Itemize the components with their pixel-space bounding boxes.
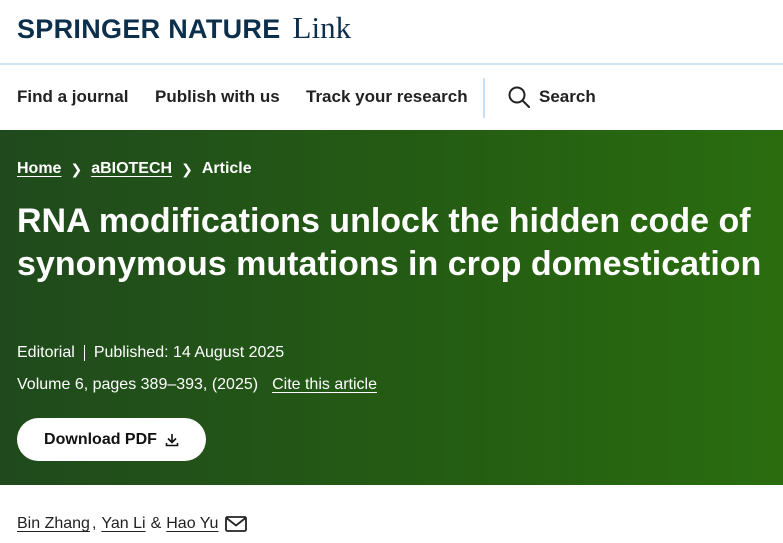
article-volume-row: Volume 6, pages 389–393, (2025) Cite this…: [17, 376, 377, 394]
author-list: Bin Zhang, Yan Li & Hao Yu: [17, 515, 248, 533]
published-date: Published: 14 August 2025: [93, 344, 285, 361]
cite-this-article-link[interactable]: Cite this article: [272, 376, 377, 393]
article-hero: Home ❯ aBIOTECH ❯ Article RNA modificati…: [0, 130, 783, 485]
article-meta: Editorial Published: 14 August 2025: [17, 344, 284, 362]
meta-divider: [83, 345, 85, 361]
logo-brand-text: SPRINGER NATURE: [17, 14, 281, 44]
breadcrumb-journal[interactable]: aBIOTECH: [91, 160, 172, 178]
author-link[interactable]: Yan Li: [101, 515, 145, 533]
nav-divider: [483, 78, 485, 118]
search-button[interactable]: Search: [507, 85, 596, 109]
search-label: Search: [539, 87, 596, 106]
envelope-icon[interactable]: [225, 515, 248, 533]
author-separator: ,: [91, 515, 97, 532]
article-type: Editorial: [17, 344, 75, 361]
volume-info: Volume 6, pages 389–393, (2025): [17, 376, 259, 393]
chevron-right-icon: ❯: [181, 160, 193, 177]
breadcrumb-home[interactable]: Home: [17, 160, 61, 178]
download-pdf-label: Download PDF: [44, 430, 157, 448]
author-link[interactable]: Hao Yu: [166, 515, 218, 533]
download-icon: [165, 433, 179, 446]
breadcrumb: Home ❯ aBIOTECH ❯ Article: [17, 160, 252, 178]
nav-find-a-journal[interactable]: Find a journal: [17, 87, 128, 107]
chevron-right-icon: ❯: [70, 160, 83, 177]
main-nav: Find a journal Publish with us Track you…: [0, 65, 783, 130]
springer-nature-link-logo[interactable]: SPRINGER NATURE Link: [17, 10, 351, 46]
search-icon: [508, 86, 530, 108]
nav-track-your-research[interactable]: Track your research: [306, 87, 468, 107]
breadcrumb-current: Article: [201, 160, 252, 177]
top-bar: SPRINGER NATURE Link: [0, 0, 783, 65]
nav-publish-with-us[interactable]: Publish with us: [155, 87, 280, 107]
download-pdf-button[interactable]: Download PDF: [17, 418, 206, 461]
logo-product-text: Link: [292, 10, 352, 45]
author-link[interactable]: Bin Zhang: [17, 515, 90, 533]
author-separator: &: [150, 515, 162, 532]
article-title: RNA modifications unlock the hidden code…: [17, 202, 762, 283]
